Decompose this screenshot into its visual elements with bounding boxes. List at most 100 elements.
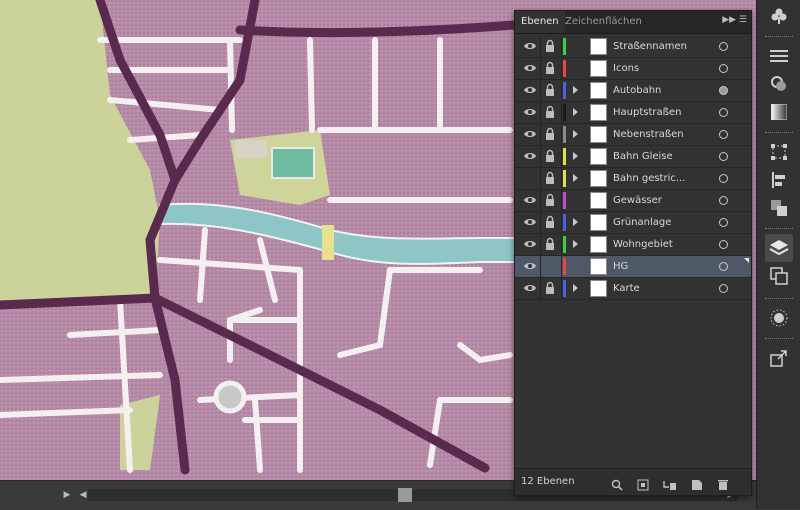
gradient-icon[interactable] bbox=[765, 98, 793, 126]
target-circle-icon[interactable] bbox=[719, 64, 728, 73]
layer-color-swatch bbox=[563, 82, 566, 99]
layer-name[interactable]: Karte bbox=[613, 278, 640, 299]
eye-icon[interactable] bbox=[523, 40, 537, 52]
lock-icon[interactable] bbox=[545, 193, 555, 207]
tab-zeichenflaechen[interactable]: Zeichenflächen bbox=[559, 11, 648, 33]
toolbar-grip[interactable] bbox=[765, 36, 793, 40]
artboards-icon[interactable] bbox=[765, 262, 793, 290]
target-circle-icon[interactable] bbox=[719, 218, 728, 227]
layer-row[interactable]: Nebenstraßen bbox=[515, 124, 751, 146]
target-circle-icon[interactable] bbox=[719, 86, 728, 95]
expand-triangle-icon[interactable] bbox=[573, 86, 578, 94]
lock-icon[interactable] bbox=[545, 149, 555, 163]
play-icon[interactable]: ▶ bbox=[60, 489, 74, 501]
export-icon[interactable] bbox=[765, 344, 793, 372]
expand-triangle-icon[interactable] bbox=[573, 240, 578, 248]
layers-icon[interactable] bbox=[765, 234, 793, 262]
eye-icon[interactable] bbox=[523, 84, 537, 96]
target-circle-icon[interactable] bbox=[719, 174, 728, 183]
transform-icon[interactable] bbox=[765, 138, 793, 166]
layer-name[interactable]: Icons bbox=[613, 58, 639, 79]
eye-icon[interactable] bbox=[523, 150, 537, 162]
eye-icon[interactable] bbox=[523, 194, 537, 206]
target-circle-icon[interactable] bbox=[719, 152, 728, 161]
eye-icon[interactable] bbox=[523, 62, 537, 74]
new-layer-icon[interactable] bbox=[691, 476, 703, 490]
layer-name[interactable]: Wohngebiet bbox=[613, 234, 673, 255]
layer-name[interactable]: Nebenstraßen bbox=[613, 124, 684, 145]
align-icon[interactable] bbox=[765, 166, 793, 194]
sun-icon[interactable] bbox=[765, 304, 793, 332]
layer-name[interactable]: Bahn gestric... bbox=[613, 168, 685, 189]
layer-name[interactable]: Bahn Gleise bbox=[613, 146, 673, 167]
layer-row[interactable]: Bahn gestric... bbox=[515, 168, 751, 190]
eye-icon[interactable] bbox=[523, 172, 537, 184]
layer-name[interactable]: Autobahn bbox=[613, 80, 661, 101]
eye-icon[interactable] bbox=[523, 216, 537, 228]
lock-icon[interactable] bbox=[545, 127, 555, 141]
toolbar-grip[interactable] bbox=[765, 338, 793, 342]
lock-icon[interactable] bbox=[545, 215, 555, 229]
expand-triangle-icon[interactable] bbox=[573, 218, 578, 226]
target-circle-icon[interactable] bbox=[719, 196, 728, 205]
lock-icon[interactable] bbox=[545, 61, 555, 75]
layer-row[interactable]: Karte bbox=[515, 278, 751, 300]
layer-name[interactable]: Gewässer bbox=[613, 190, 662, 211]
lock-icon[interactable] bbox=[545, 171, 555, 185]
layer-thumbnail bbox=[590, 104, 607, 121]
layer-row[interactable]: Hauptstraßen bbox=[515, 102, 751, 124]
layer-thumbnail bbox=[590, 214, 607, 231]
lock-icon[interactable] bbox=[545, 39, 555, 53]
expand-triangle-icon[interactable] bbox=[573, 130, 578, 138]
layer-row[interactable]: Grünanlage bbox=[515, 212, 751, 234]
target-circle-icon[interactable] bbox=[719, 284, 728, 293]
expand-triangle-icon[interactable] bbox=[573, 108, 578, 116]
lines-icon[interactable] bbox=[765, 42, 793, 70]
target-circle-icon[interactable] bbox=[719, 240, 728, 249]
layer-thumbnail bbox=[590, 170, 607, 187]
layer-row[interactable]: HG bbox=[515, 256, 751, 278]
tab-ebenen[interactable]: Ebenen bbox=[515, 11, 565, 33]
club-icon[interactable] bbox=[765, 2, 793, 30]
layer-name[interactable]: HG bbox=[613, 256, 628, 277]
search-icon[interactable] bbox=[611, 476, 623, 491]
pathfinder-icon[interactable] bbox=[765, 194, 793, 222]
panel-menu-icon[interactable]: ▶▶ ☰ bbox=[722, 15, 747, 25]
eye-icon[interactable] bbox=[523, 260, 537, 272]
toolbar-grip[interactable] bbox=[765, 132, 793, 136]
toolbar-grip[interactable] bbox=[765, 298, 793, 302]
eye-icon[interactable] bbox=[523, 128, 537, 140]
target-circle-icon[interactable] bbox=[719, 130, 728, 139]
layer-color-swatch bbox=[563, 148, 566, 165]
lock-icon[interactable] bbox=[545, 281, 555, 295]
lock-icon[interactable] bbox=[545, 105, 555, 119]
scroll-thumb[interactable] bbox=[398, 488, 412, 502]
target-circle-icon[interactable] bbox=[719, 262, 728, 271]
trash-icon[interactable] bbox=[717, 476, 729, 490]
layer-row[interactable]: Wohngebiet bbox=[515, 234, 751, 256]
lock-icon[interactable] bbox=[545, 259, 555, 273]
new-sublayer-icon[interactable] bbox=[663, 476, 676, 490]
layer-row[interactable]: Gewässer bbox=[515, 190, 751, 212]
expand-triangle-icon[interactable] bbox=[573, 284, 578, 292]
toolbar-grip[interactable] bbox=[765, 228, 793, 232]
eye-icon[interactable] bbox=[523, 282, 537, 294]
clipping-mask-icon[interactable] bbox=[637, 476, 649, 491]
layer-row[interactable]: Bahn Gleise bbox=[515, 146, 751, 168]
layer-row[interactable]: Icons bbox=[515, 58, 751, 80]
lock-icon[interactable] bbox=[545, 237, 555, 251]
layer-name[interactable]: Straßennamen bbox=[613, 36, 687, 57]
layer-row[interactable]: Autobahn bbox=[515, 80, 751, 102]
appearance-icon[interactable] bbox=[765, 70, 793, 98]
layer-row[interactable]: Straßennamen bbox=[515, 36, 751, 58]
expand-triangle-icon[interactable] bbox=[573, 152, 578, 160]
eye-icon[interactable] bbox=[523, 238, 537, 250]
target-circle-icon[interactable] bbox=[719, 108, 728, 117]
expand-triangle-icon[interactable] bbox=[573, 174, 578, 182]
target-circle-icon[interactable] bbox=[719, 42, 728, 51]
lock-icon[interactable] bbox=[545, 83, 555, 97]
layer-name[interactable]: Hauptstraßen bbox=[613, 102, 681, 123]
layer-thumbnail bbox=[590, 60, 607, 77]
eye-icon[interactable] bbox=[523, 106, 537, 118]
layer-name[interactable]: Grünanlage bbox=[613, 212, 671, 233]
